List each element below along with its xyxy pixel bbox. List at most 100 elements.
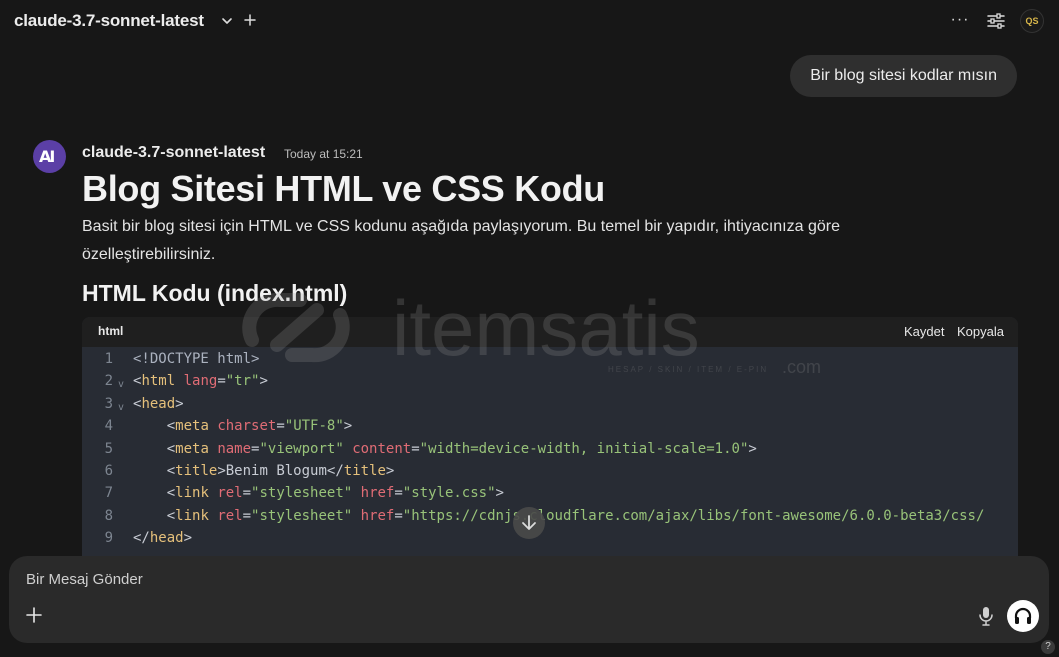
code-line: 9 </head> [82,527,1018,549]
code-token-attr: rel [217,485,243,502]
response-subheading: HTML Kodu (index.html) [82,280,348,306]
code-token-tag: meta [175,418,209,435]
message-composer[interactable]: Bir Mesaj Gönder [9,556,1049,643]
save-button[interactable]: Kaydet [904,324,944,339]
code-token-doc: <!DOCTYPE html> [133,351,260,367]
code-line: 6 <title>Benim Blogum</title> [82,460,1018,482]
help-button[interactable]: ? [1041,640,1055,654]
scroll-to-bottom-button[interactable] [513,507,545,539]
arrow-down-icon [522,515,536,530]
code-token-str: "viewport" [259,440,344,457]
code-token-punc: = [394,507,403,524]
code-token-punc: = [394,485,403,502]
code-line: 5 <meta name="viewport" content="width=d… [82,438,1018,460]
line-number: 2 [104,373,113,390]
assistant-avatar-text: AI [39,147,55,166]
code-token-attr: rel [217,507,243,524]
chevron-down-icon[interactable] [219,13,235,29]
code-token-punc: </ [133,530,150,547]
code-token-tag: link [175,485,209,502]
user-avatar[interactable]: QS [1020,9,1044,33]
code-token-attr: href [360,485,395,502]
code-token-punc: </ [326,462,344,479]
voice-mode-button[interactable] [1007,600,1039,632]
response-heading: Blog Sitesi HTML ve CSS Kodu [82,168,605,209]
code-token-punc: = [411,440,420,457]
message-input[interactable]: Bir Mesaj Gönder [26,571,143,588]
copy-button[interactable]: Kopyala [957,324,1004,339]
sliders-icon[interactable] [986,11,1006,31]
model-selector-label[interactable]: claude-3.7-sonnet-latest [14,11,204,31]
code-token-str: "width=device-width, initial-scale=1.0" [419,440,749,457]
code-text: </head> [133,527,192,549]
code-token-punc: > [748,440,757,457]
code-line: 4 <meta charset="UTF-8"> [82,415,1018,437]
headphones-icon [1014,607,1032,624]
code-token-punc: > [175,395,184,412]
line-number: 6 [104,462,113,479]
plus-icon[interactable] [25,606,43,624]
line-number: 4 [104,418,113,435]
code-block: html Kaydet Kopyala 1 <!DOCTYPE html> 2 v <h… [82,317,1018,557]
code-token-punc: > [343,418,353,435]
code-token-punc: > [217,462,226,479]
code-token-str: "stylesheet" [251,507,353,524]
code-token-plain: Benim Blogum [225,462,327,479]
code-token-tag: html [141,373,176,390]
microphone-icon[interactable] [976,605,996,627]
line-number: 7 [104,485,113,502]
code-token-str: "style.css" [402,485,496,502]
code-token-str: "tr" [225,373,260,390]
message-timestamp: Today at 15:21 [284,147,363,161]
code-token-attr: href [360,507,395,524]
code-token-attr: lang [183,373,218,390]
code-token-punc: > [495,485,504,502]
code-text: <meta name="viewport" content="width=dev… [133,438,757,460]
line-number: 1 [104,351,113,367]
code-token-attr: charset [217,418,277,435]
code-token-punc: < [166,462,176,479]
code-token-tag: title [343,462,386,479]
assistant-avatar: AI [33,140,66,173]
code-token-punc: > [259,373,268,390]
response-paragraph: Basit bir blog sitesi için HTML ve CSS k… [82,218,840,263]
new-model-plus-icon[interactable] [242,11,258,29]
code-text: <link rel="stylesheet" href="style.css"> [133,482,504,504]
code-text: <!DOCTYPE html> [133,348,259,370]
code-token-punc: = [242,507,252,524]
code-token-str: "https://cdnjs.cloudflare.com/ajax/libs/… [402,507,985,524]
code-token-punc: > [385,462,395,479]
code-token-punc: = [276,418,285,435]
code-line: 8 <link rel="stylesheet" href="https://c… [82,505,1018,527]
code-line: 2 v <html lang="tr"> [82,370,1018,392]
code-text: <head> [133,393,184,415]
code-token-punc: < [166,418,176,435]
code-line: 7 <link rel="stylesheet" href="style.css… [82,482,1018,504]
code-token-str: "stylesheet" [251,485,353,502]
code-text: <title>Benim Blogum</title> [133,460,395,482]
line-number: 5 [104,440,113,457]
code-text: <link rel="stylesheet" href="https://cdn… [133,505,985,527]
line-number: 9 [104,530,113,547]
code-token-punc: < [166,440,176,457]
code-language-label: html [98,324,124,338]
code-line: 3 v <head> [82,393,1018,415]
top-bar: claude-3.7-sonnet-latest ··· QS [0,0,1059,42]
code-line: 1 <!DOCTYPE html> [82,348,1018,370]
code-token-punc: < [166,507,176,524]
code-token-attr: name [217,440,252,457]
ellipsis-icon[interactable]: ··· [950,10,970,30]
assistant-name: claude-3.7-sonnet-latest [82,144,266,161]
line-number: 3 [104,395,113,412]
code-token-attr: content [352,440,412,457]
code-token-punc: = [242,485,252,502]
